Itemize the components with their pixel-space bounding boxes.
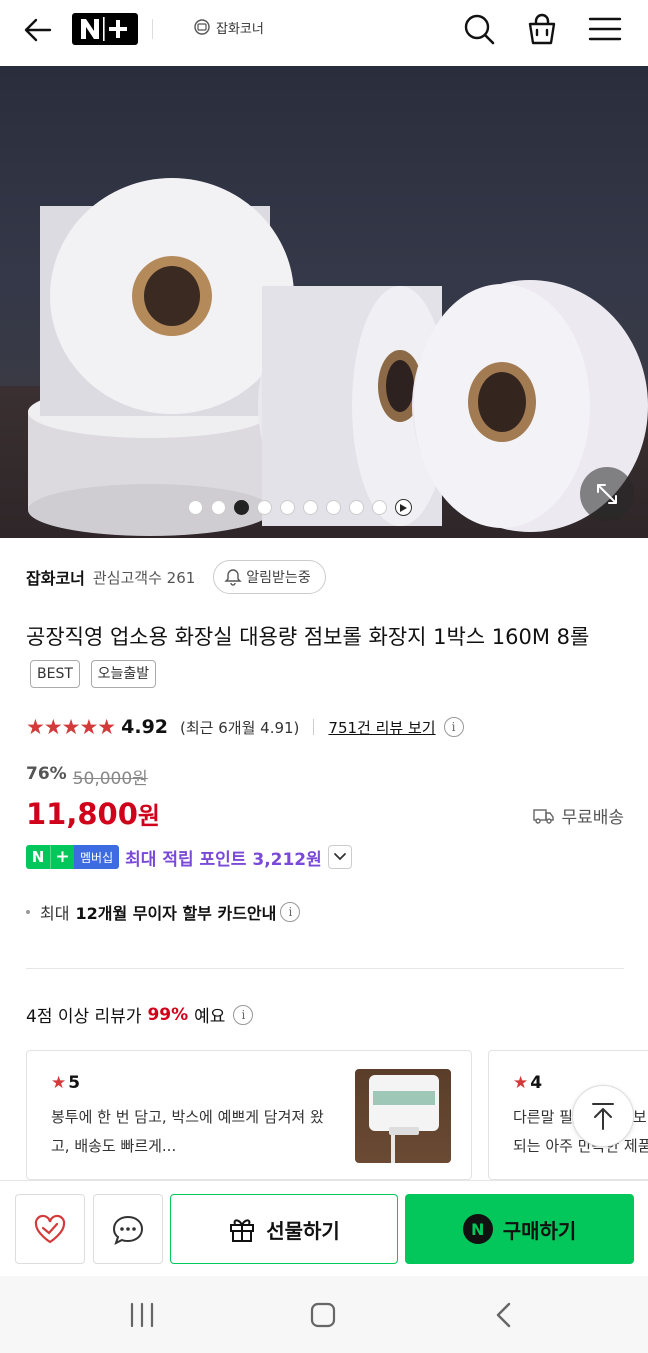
header-divider [152, 19, 153, 39]
carousel-dot[interactable] [280, 500, 295, 515]
search-icon[interactable] [462, 12, 496, 46]
carousel-dot[interactable] [326, 500, 341, 515]
chat-bubble-icon [112, 1215, 144, 1245]
rating-row: ★★★★★ 4.92 (최근 6개월 4.91) 751건 리뷰 보기 i [26, 712, 464, 742]
membership-badge-plus: + [50, 845, 74, 869]
naver-pay-icon: N [462, 1214, 493, 1244]
product-title: 공장직영 업소용 화장실 대용량 점보롤 화장지 1박스 160M 8롤 BES… [26, 618, 626, 694]
carousel-dot[interactable] [211, 500, 226, 515]
review-rating: ★ 4 [513, 1073, 542, 1093]
rating-score: 4.92 [121, 716, 169, 738]
review-summary-percent: 99% [147, 1004, 189, 1025]
star-icon: ★ [51, 1073, 67, 1093]
toilet-paper-rolls-image [28, 178, 648, 536]
discount-rate: 76% [26, 764, 67, 784]
back-arrow-icon[interactable] [22, 14, 54, 46]
nplus-logo[interactable] [72, 13, 138, 45]
top-header: 잡화코너 [0, 0, 648, 66]
membership-row[interactable]: N + 멤버십 최대 적립 포인트 3,212원 [26, 843, 352, 871]
review-card[interactable]: ★ 5 봉투에 한 번 담고, 박스에 예쁘게 담겨져 왔고, 배송도 빠르게..… [26, 1050, 472, 1180]
recent-apps-icon[interactable] [128, 1302, 156, 1332]
membership-badge-n: N [26, 845, 50, 869]
discount-row: 76% 50,000원 [26, 764, 148, 789]
sale-price: 11,800원 [26, 796, 160, 831]
bell-icon [224, 569, 242, 586]
back-icon[interactable] [494, 1302, 514, 1332]
system-navigation-bar [0, 1276, 648, 1353]
review-summary-prefix: 4점 이상 리뷰가 [26, 1007, 142, 1027]
carousel-dot[interactable] [349, 500, 364, 515]
info-icon[interactable]: i [233, 1004, 254, 1025]
store-icon [194, 19, 210, 35]
heart-icon [34, 1214, 66, 1244]
like-button[interactable] [15, 1194, 85, 1264]
store-chip-label: 잡화코너 [216, 21, 264, 37]
buy-label: 구매하기 [502, 1218, 577, 1243]
store-chip[interactable]: 잡화코너 [192, 17, 264, 37]
interest-count: 관심고객수 261 [92, 568, 196, 587]
arrow-up-icon [592, 1103, 614, 1130]
rating-stars: ★★★★★ [26, 715, 116, 739]
sale-price-amount: 11,800 [26, 797, 138, 831]
carousel-dot[interactable] [234, 500, 249, 515]
alarm-button[interactable]: 알림받는중 [213, 560, 326, 594]
review-rating-value: 5 [68, 1073, 81, 1093]
review-link[interactable]: 751건 리뷰 보기 [328, 717, 435, 738]
product-image-carousel[interactable] [0, 66, 648, 538]
truck-icon [533, 808, 555, 824]
carousel-dot[interactable] [257, 500, 272, 515]
expand-icon [597, 484, 617, 504]
shopping-bag-icon[interactable] [525, 12, 559, 46]
membership-badge: N + 멤버십 [26, 845, 120, 869]
review-text: 봉투에 한 번 담고, 박스에 예쁘게 담겨져 왔고, 배송도 빠르게... [51, 1108, 324, 1155]
scroll-to-top-button[interactable] [572, 1085, 634, 1147]
review-summary: 4점 이상 리뷰가 99% 예요 i [26, 1002, 254, 1027]
home-icon[interactable] [309, 1302, 337, 1332]
expand-image-button[interactable] [580, 467, 634, 521]
buy-button[interactable]: N 구매하기 [405, 1194, 634, 1264]
today-ship-badge: 오늘출발 [90, 660, 157, 688]
section-divider [26, 968, 624, 969]
gift-icon [230, 1219, 255, 1242]
carousel-dot[interactable] [303, 500, 318, 515]
membership-badge-text: 멤버십 [74, 845, 120, 869]
review-rating: ★ 5 [51, 1073, 80, 1093]
membership-points: 최대 적립 포인트 3,212원 [125, 849, 322, 870]
card-info-prefix: 최대 [40, 904, 70, 923]
store-row: 잡화코너 관심고객수 261 알림받는중 [26, 560, 326, 594]
review-rating-value: 4 [530, 1073, 543, 1093]
talk-button[interactable] [93, 1194, 163, 1264]
carousel-indicator [188, 499, 412, 516]
best-badge: BEST [30, 660, 80, 688]
bullet [26, 910, 30, 914]
bottom-action-bar: 선물하기 N 구매하기 [0, 1180, 648, 1276]
alarm-label: 알림받는중 [246, 570, 311, 586]
star-icon: ★ [513, 1073, 529, 1093]
card-info-text: 12개월 무이자 할부 카드안내 [75, 904, 277, 923]
rating-divider [313, 719, 315, 735]
gift-button[interactable]: 선물하기 [170, 1194, 398, 1264]
info-icon[interactable]: i [443, 717, 464, 737]
card-installment-info[interactable]: 최대 12개월 무이자 할부 카드안내 i [26, 900, 301, 924]
carousel-dot[interactable] [188, 500, 203, 515]
sale-price-unit: 원 [137, 802, 161, 830]
original-price: 50,000원 [72, 769, 148, 789]
review-summary-suffix: 예요 [194, 1007, 226, 1027]
carousel-play-icon[interactable] [395, 499, 412, 516]
info-icon[interactable]: i [280, 902, 301, 922]
menu-icon[interactable] [588, 12, 622, 46]
carousel-dot[interactable] [372, 500, 387, 515]
rating-recent: (최근 6개월 4.91) [180, 718, 300, 737]
free-shipping-label: 무료배송 [561, 808, 624, 828]
store-name[interactable]: 잡화코너 [26, 565, 85, 589]
product-title-text: 공장직영 업소용 화장실 대용량 점보롤 화장지 1박스 160M 8롤 [26, 625, 590, 649]
chevron-down-icon[interactable] [327, 845, 352, 869]
review-photo[interactable] [355, 1069, 451, 1163]
free-shipping: 무료배송 [533, 803, 624, 828]
gift-label: 선물하기 [266, 1218, 340, 1243]
